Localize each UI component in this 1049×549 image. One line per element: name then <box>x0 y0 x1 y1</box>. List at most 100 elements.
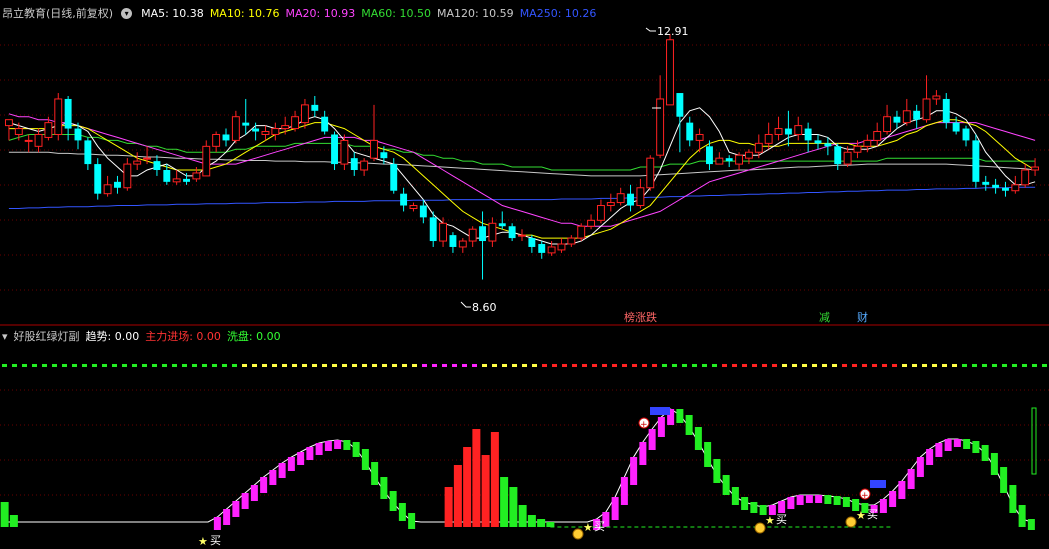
signal-dash <box>912 364 917 367</box>
oscillator-block <box>741 497 749 510</box>
candle-body <box>695 133 704 141</box>
signal-dash <box>1002 364 1007 367</box>
ma120-line <box>8 151 1036 177</box>
signal-dash <box>502 364 507 367</box>
signal-dash <box>122 364 127 367</box>
oscillator-block <box>842 497 850 507</box>
signal-dash <box>332 364 337 367</box>
wash-bar <box>0 502 9 527</box>
signal-dash <box>12 364 17 367</box>
main-force-bar <box>444 487 453 527</box>
signal-dash <box>142 364 147 367</box>
oscillator-block <box>648 429 656 450</box>
indicator-legend: ▾ 好股红绿灯副 趋势: 0.00 主力进场: 0.00 洗盘: 0.00 <box>2 328 281 344</box>
oscillator-block <box>315 443 323 455</box>
signal-dash <box>342 364 347 367</box>
oscillator-block <box>889 491 897 507</box>
candle-body <box>94 164 102 194</box>
oscillator-block <box>620 477 628 505</box>
candle-body <box>744 151 753 159</box>
signal-dash <box>22 364 27 367</box>
oscillator-block <box>898 481 906 499</box>
indicator-name[interactable]: 好股红绿灯副 <box>14 328 80 344</box>
candle-body <box>754 142 763 153</box>
candle-body <box>932 95 941 100</box>
candle-body <box>54 98 63 135</box>
signal-dash <box>582 364 587 367</box>
signal-dash <box>702 364 707 367</box>
candle-body <box>498 223 506 227</box>
oscillator-block <box>657 417 665 437</box>
candle-body <box>676 93 684 117</box>
oscillator-block <box>685 415 693 435</box>
signal-dash <box>1042 364 1047 367</box>
signal-dash <box>732 364 737 367</box>
oscillator-block <box>926 449 934 465</box>
signal-dash <box>422 364 427 367</box>
chevron-down-icon[interactable]: ▾ <box>121 7 133 19</box>
candle-body <box>853 145 862 153</box>
signal-dash <box>232 364 237 367</box>
signal-dash <box>612 364 617 367</box>
signal-dash <box>72 364 77 367</box>
signal-dash <box>102 364 107 367</box>
signal-dash <box>432 364 437 367</box>
candle-body <box>281 125 290 130</box>
candle-body <box>843 151 852 165</box>
oscillator-block <box>334 440 342 449</box>
signal-dash <box>402 364 407 367</box>
signal-dash <box>2 364 7 367</box>
signal-dash <box>32 364 37 367</box>
signal-label-rank: 榜涨跌 <box>624 310 657 324</box>
candle-body <box>824 143 832 147</box>
candle-body <box>666 39 674 106</box>
oscillator-block <box>1018 505 1026 527</box>
candle-body <box>468 228 477 242</box>
ma250-line <box>8 186 1036 209</box>
signal-dash <box>942 364 947 367</box>
signal-dash <box>772 364 777 367</box>
candle-body <box>64 98 72 129</box>
candle-body <box>429 217 437 242</box>
oscillator-block <box>630 457 638 485</box>
candle-body <box>794 125 803 135</box>
chevron-down-icon[interactable]: ▾ <box>2 330 8 343</box>
stock-title[interactable]: 昂立教育(日线,前复权) <box>2 5 113 21</box>
candle-body <box>291 116 300 130</box>
candle-body <box>163 170 171 182</box>
plus-icon: + <box>861 491 869 501</box>
signal-dash <box>322 364 327 367</box>
candle-body <box>409 205 418 209</box>
candle-body <box>764 133 773 144</box>
candle-body <box>873 131 882 141</box>
signal-dash <box>642 364 647 367</box>
signal-dash <box>352 364 357 367</box>
wash-bar <box>537 519 546 527</box>
candle-body <box>596 205 605 221</box>
candle-body <box>4 119 13 127</box>
candle-body <box>439 222 448 242</box>
signal-dash <box>412 364 417 367</box>
candle-body <box>261 131 270 135</box>
signal-dash <box>1012 364 1017 367</box>
signal-dash <box>182 364 187 367</box>
indicator-series <box>0 408 1035 530</box>
signal-dash <box>652 364 657 367</box>
buy-label: 买 <box>594 520 605 533</box>
candle-body <box>103 184 112 195</box>
oscillator-block <box>731 487 739 505</box>
candle-body <box>133 160 142 165</box>
oscillator-block <box>694 427 702 450</box>
candle-body <box>725 158 733 162</box>
candle-body <box>74 128 82 141</box>
signal-dash <box>172 364 177 367</box>
oscillator-block <box>972 441 980 453</box>
candle-body <box>508 226 516 239</box>
signal-dash <box>892 364 897 367</box>
oscillator-block <box>343 440 351 450</box>
candle-body <box>784 128 792 135</box>
signal-dash <box>92 364 97 367</box>
oscillator-block <box>223 509 231 525</box>
oscillator-block <box>990 453 998 475</box>
candle-body <box>606 202 615 207</box>
